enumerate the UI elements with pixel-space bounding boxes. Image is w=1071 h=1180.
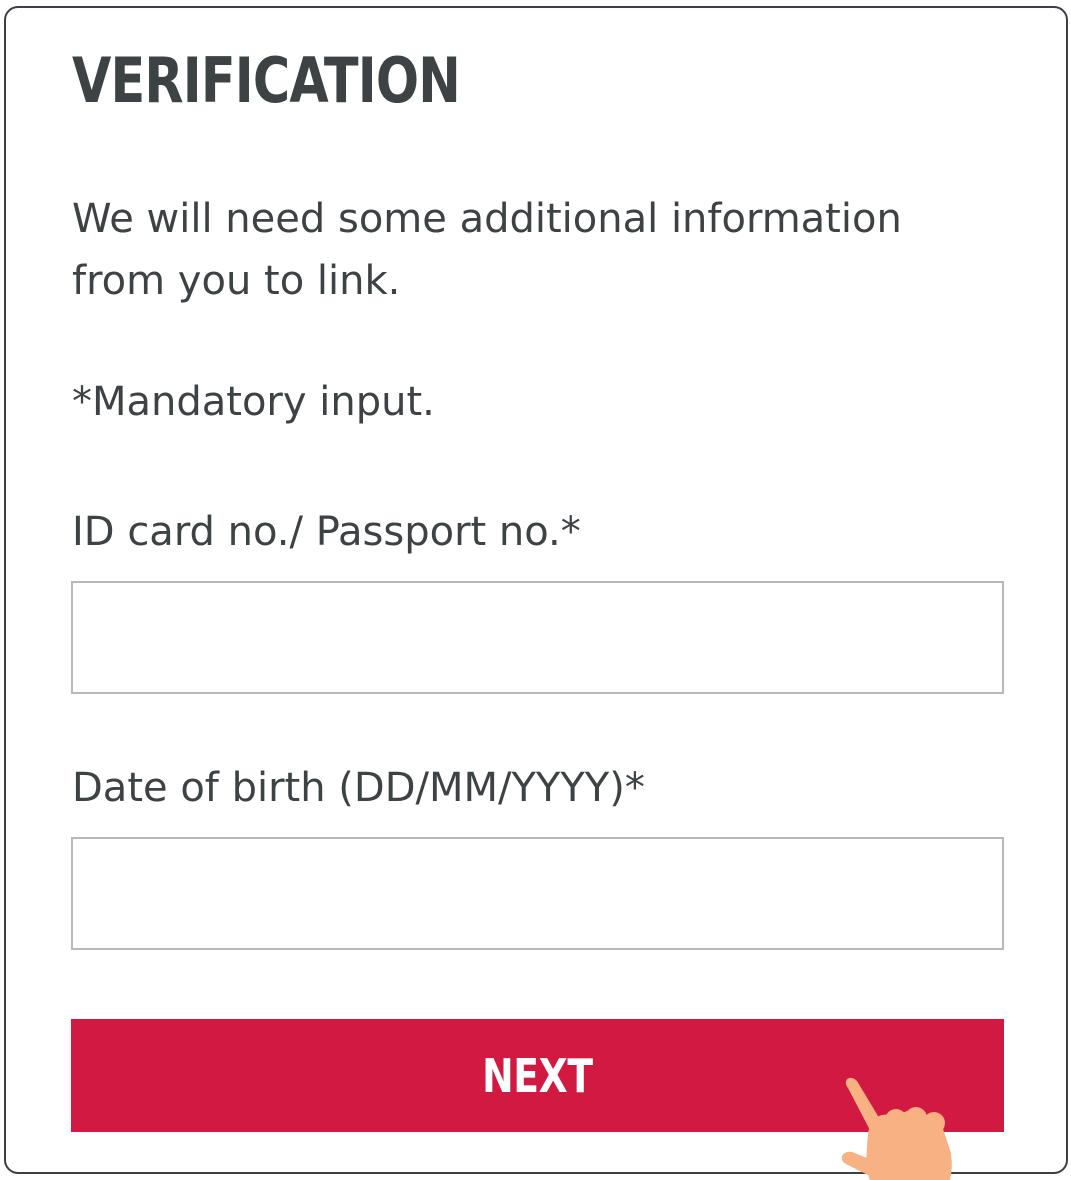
id-field-label: ID card no./ Passport no.* [72,509,581,555]
next-button[interactable]: NEXT [71,1019,1004,1132]
dob-field-label: Date of birth (DD/MM/YYYY)* [72,765,645,811]
id-passport-input[interactable] [71,581,1004,694]
next-button-label: NEXT [482,1048,593,1103]
mandatory-note: *Mandatory input. [72,379,435,425]
intro-text: We will need some additional information… [72,196,902,304]
date-of-birth-input[interactable] [71,837,1004,950]
verification-card: VERIFICATION We will need some additiona… [4,6,1068,1174]
page-title: VERIFICATION [72,44,461,117]
